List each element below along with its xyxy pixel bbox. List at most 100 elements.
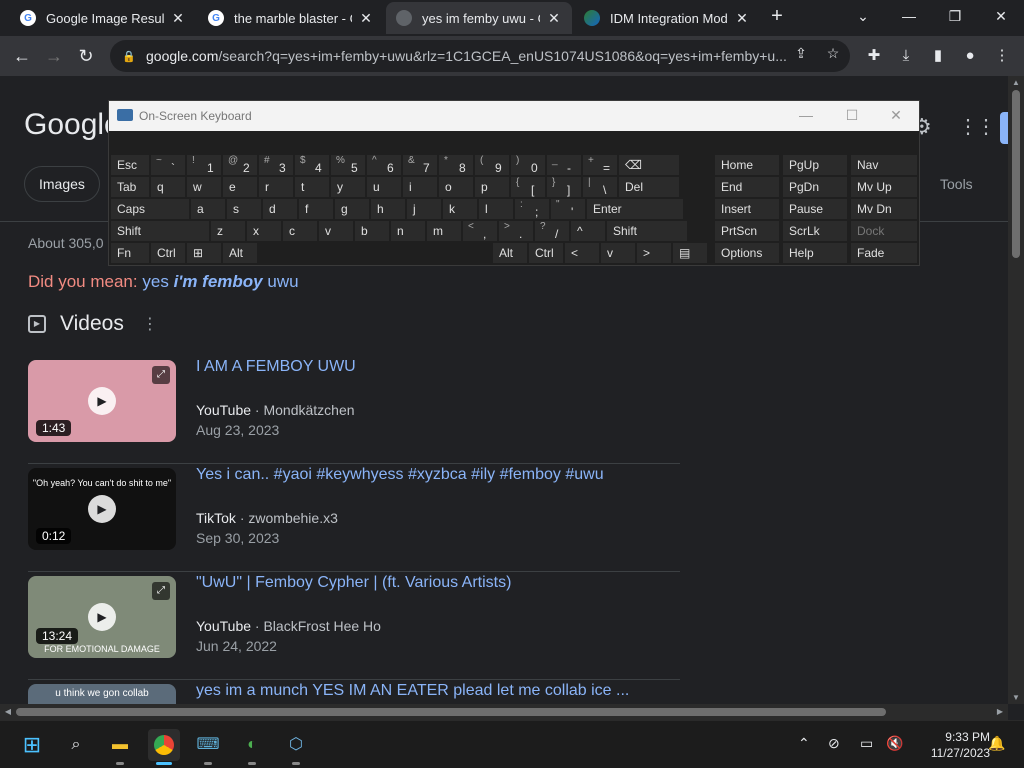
key-char[interactable]: #3 xyxy=(259,155,293,175)
key-char[interactable]: e xyxy=(223,177,257,197)
expand-icon[interactable]: ⤢ xyxy=(152,366,170,384)
expand-icon[interactable]: ⤢ xyxy=(152,582,170,600)
osk-titlebar[interactable]: On-Screen Keyboard — ☐ ✕ xyxy=(109,101,919,131)
key-tab[interactable]: Tab xyxy=(111,177,149,197)
horizontal-scrollbar[interactable]: ◀ ▶ xyxy=(0,704,1008,720)
video-result[interactable]: ▶ FOR EMOTIONAL DAMAGE 13:24 ⤢ "UwU" | F… xyxy=(28,572,680,680)
key-char[interactable]: g xyxy=(335,199,369,219)
key-char[interactable]: ▤ xyxy=(673,243,707,263)
virtualbox-icon[interactable]: ⬡ xyxy=(280,729,312,765)
vertical-scrollbar[interactable]: ▲ ▼ xyxy=(1008,76,1024,704)
did-you-mean-link[interactable]: yes i'm femboy uwu xyxy=(142,272,298,291)
scroll-left-arrow[interactable]: ◀ xyxy=(0,704,16,720)
key-shift[interactable]: Shift xyxy=(111,221,209,241)
key-char[interactable]: ^ 6 xyxy=(367,155,401,175)
key-char[interactable]: r xyxy=(259,177,293,197)
key-prtscn[interactable]: PrtScn xyxy=(715,221,779,241)
key-space[interactable] xyxy=(259,243,491,263)
video-result[interactable]: "Oh yeah? You can't do shit to me" ▶ 0:1… xyxy=(28,464,680,572)
key-char[interactable]: <, xyxy=(463,221,497,241)
key-char[interactable]: > xyxy=(637,243,671,263)
key-char[interactable]: p xyxy=(475,177,509,197)
key-char[interactable]: {[ xyxy=(511,177,545,197)
key-char[interactable]: ? / xyxy=(535,221,569,241)
scroll-down-arrow[interactable]: ▼ xyxy=(1008,693,1024,702)
images-chip[interactable]: Images xyxy=(24,166,100,202)
video-thumbnail[interactable]: ▶ FOR EMOTIONAL DAMAGE 13:24 ⤢ xyxy=(28,576,176,658)
key-ctrl[interactable]: Ctrl xyxy=(151,243,185,263)
key-dock[interactable]: Dock xyxy=(851,221,917,241)
key-char[interactable]: v xyxy=(601,243,635,263)
key-char[interactable]: (9 xyxy=(475,155,509,175)
keyboard-app-icon[interactable]: ⌨ xyxy=(192,729,224,765)
key-alt[interactable]: Alt xyxy=(493,243,527,263)
notification-bell-icon[interactable]: 🔔 xyxy=(988,735,1005,752)
share-icon[interactable]: ⇪ xyxy=(792,44,810,62)
scroll-right-arrow[interactable]: ▶ xyxy=(992,704,1008,720)
close-icon[interactable]: ✕ xyxy=(358,10,374,27)
osk-minimize-button[interactable]: — xyxy=(791,107,821,123)
key-char[interactable]: | \ xyxy=(583,177,617,197)
key-del[interactable]: Del xyxy=(619,177,679,197)
key-char[interactable]: * 8 xyxy=(439,155,473,175)
profile-icon[interactable]: ● xyxy=(960,46,980,66)
key-char[interactable]: l xyxy=(479,199,513,219)
search-icon[interactable]: ⌕ xyxy=(60,729,92,761)
key-char[interactable]: u xyxy=(367,177,401,197)
key-help[interactable]: Help xyxy=(783,243,847,263)
osk-close-button[interactable]: ✕ xyxy=(881,107,911,124)
close-icon[interactable]: ✕ xyxy=(734,10,750,27)
key-char[interactable]: + = xyxy=(583,155,617,175)
key-char[interactable]: h xyxy=(371,199,405,219)
key-char[interactable]: s xyxy=(227,199,261,219)
bookmark-star-icon[interactable]: ☆ xyxy=(824,44,842,62)
scroll-thumb[interactable] xyxy=(16,708,886,716)
key-char[interactable]: ! 1 xyxy=(187,155,221,175)
key-insert[interactable]: Insert xyxy=(715,199,779,219)
key-char[interactable]: v xyxy=(319,221,353,241)
key-fade[interactable]: Fade xyxy=(851,243,917,263)
menu-kebab-icon[interactable]: ⋮ xyxy=(992,46,1012,66)
key-pgdn[interactable]: PgDn xyxy=(783,177,847,197)
back-arrow-icon[interactable]: ← xyxy=(10,44,34,68)
key-char[interactable]: @2 xyxy=(223,155,257,175)
key-char[interactable]: a xyxy=(191,199,225,219)
minimize-button[interactable]: — xyxy=(886,4,932,28)
key-char[interactable]: f xyxy=(299,199,333,219)
key-mv-up[interactable]: Mv Up xyxy=(851,177,917,197)
key-char[interactable]: ⌫ xyxy=(619,155,679,175)
key-char[interactable]: z xyxy=(211,221,245,241)
video-result[interactable]: u think we gon collab yes im a munch YES… xyxy=(28,680,680,704)
restore-button[interactable]: ❐ xyxy=(932,4,978,28)
video-title[interactable]: yes im a munch YES IM AN EATER plead let… xyxy=(196,682,629,700)
key-char[interactable]: % 5 xyxy=(331,155,365,175)
video-thumbnail[interactable]: "Oh yeah? You can't do shit to me" ▶ 0:1… xyxy=(28,468,176,550)
close-window-button[interactable]: ✕ xyxy=(978,4,1024,28)
close-icon[interactable]: ✕ xyxy=(546,10,562,27)
close-icon[interactable]: ✕ xyxy=(170,10,186,27)
key-home[interactable]: Home xyxy=(715,155,779,175)
chrome-icon[interactable] xyxy=(148,729,180,765)
display-icon[interactable]: ▭ xyxy=(860,735,873,752)
key-mv-dn[interactable]: Mv Dn xyxy=(851,199,917,219)
tab-idm-integration[interactable]: IDM Integration Modul ✕ xyxy=(574,2,760,34)
video-thumbnail[interactable]: u think we gon collab xyxy=(28,684,176,704)
key-char[interactable]: :; xyxy=(515,199,549,219)
scroll-thumb[interactable] xyxy=(1012,90,1020,258)
key-char[interactable]: & 7 xyxy=(403,155,437,175)
new-tab-button[interactable]: + xyxy=(766,6,788,28)
address-bar[interactable]: 🔒 google.com/search?q=yes+im+femby+uwu&r… xyxy=(110,40,850,72)
key-char[interactable]: j xyxy=(407,199,441,219)
key-char[interactable]: ) 0 xyxy=(511,155,545,175)
key-char[interactable]: d xyxy=(263,199,297,219)
video-title[interactable]: Yes i can.. #yaoi #keywhyess #xyzbca #il… xyxy=(196,466,604,484)
key-char[interactable]: x xyxy=(247,221,281,241)
download-icon[interactable]: ⤓ xyxy=(896,46,916,66)
tab-google-image-result[interactable]: G Google Image Result ✕ xyxy=(10,2,196,34)
key-caps[interactable]: Caps xyxy=(111,199,189,219)
key-char[interactable]: " ' xyxy=(551,199,585,219)
key-esc[interactable]: Esc xyxy=(111,155,149,175)
key-char[interactable]: >. xyxy=(499,221,533,241)
key-nav[interactable]: Nav xyxy=(851,155,917,175)
key-char[interactable]: k xyxy=(443,199,477,219)
